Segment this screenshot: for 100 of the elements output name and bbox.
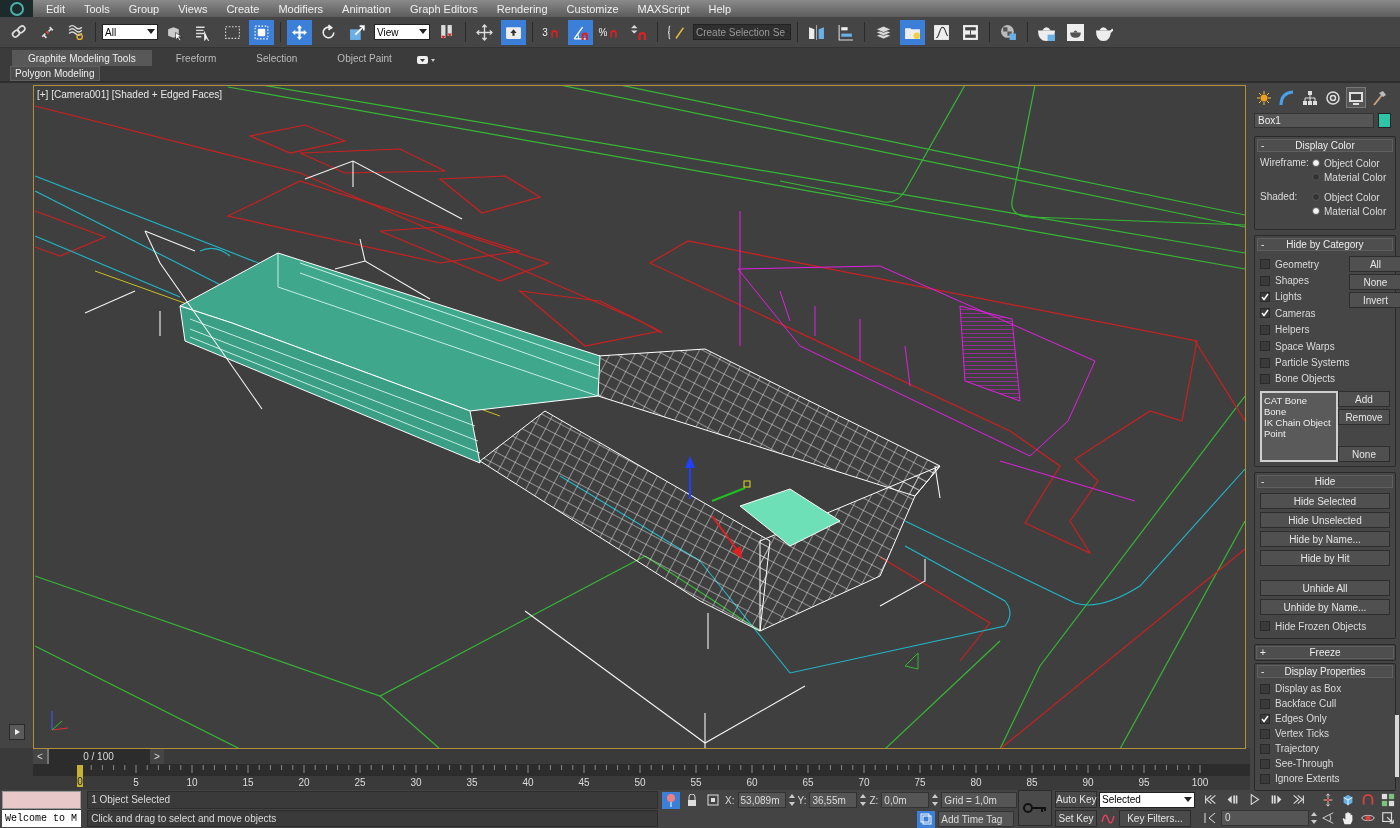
toolbar-button[interactable]	[900, 19, 925, 45]
checkbox[interactable]: Bone Objects	[1260, 370, 1350, 388]
list-button[interactable]: None	[1338, 446, 1390, 463]
object-color-swatch[interactable]	[1378, 113, 1391, 128]
key-filters-button[interactable]: Key Filters...	[1119, 810, 1191, 827]
checkbox[interactable]: Cameras	[1260, 305, 1350, 322]
unhide-button[interactable]: Unhide by Name...	[1260, 599, 1390, 616]
hide-button[interactable]: Hide Selected	[1260, 493, 1390, 510]
toolbar-button[interactable]	[249, 19, 274, 45]
list-item[interactable]: CAT Bone	[1264, 395, 1334, 407]
checkbox[interactable]: Edges Only	[1260, 711, 1390, 727]
ribbon-tab[interactable]: Object Paint	[321, 50, 408, 66]
mirror-icon	[808, 23, 825, 41]
menu-item[interactable]: Rendering	[496, 2, 548, 15]
rollout-toggle[interactable]: -	[1261, 239, 1271, 250]
checkbox[interactable]: Particle Systems	[1260, 354, 1350, 371]
unhide-button[interactable]: Unhide All	[1260, 580, 1390, 597]
toolbar-button[interactable]	[568, 19, 593, 45]
panel-tab[interactable]	[1346, 87, 1366, 108]
checkbox[interactable]: See-Through	[1260, 756, 1390, 772]
set-key-toggle[interactable]: Set Key	[1055, 810, 1097, 827]
checkbox[interactable]: Display as Box	[1260, 681, 1390, 697]
ribbon-tab[interactable]: Freeform	[159, 50, 233, 66]
listener-input-field[interactable]	[2, 791, 82, 809]
dropdown-field[interactable]: All	[102, 24, 158, 40]
menu-item[interactable]: Create	[226, 2, 260, 15]
hide-button[interactable]: Hide Unselected	[1260, 512, 1390, 529]
rollout-header[interactable]: - Display Color	[1257, 139, 1393, 152]
rollout-toggle[interactable]: -	[1261, 476, 1271, 488]
ribbon-tab[interactable]: Selection	[240, 50, 314, 66]
key-set-dropdown[interactable]: Selected	[1099, 791, 1195, 808]
rollout-toggle[interactable]: -	[1261, 140, 1271, 151]
checkbox[interactable]: Ignore Extents	[1260, 771, 1390, 787]
category-button[interactable]: Invert	[1349, 292, 1400, 308]
viewport-label[interactable]: [+] [Camera001] [Shaded + Edged Faces]	[37, 89, 223, 100]
hide-button[interactable]: Hide by Name...	[1260, 531, 1390, 548]
navigation-button[interactable]	[1379, 791, 1397, 808]
checkbox[interactable]: Trajectory	[1260, 741, 1390, 757]
add-time-tag-field[interactable]: Add Time Tag	[938, 811, 1015, 827]
list-button[interactable]: Remove	[1338, 409, 1390, 426]
listener-output-field[interactable]: Welcome to M	[2, 810, 82, 827]
selection-set-field[interactable]: Create Selection Se	[693, 24, 791, 40]
menu-item[interactable]: Customize	[566, 2, 619, 15]
list-item[interactable]: Point	[1264, 428, 1334, 440]
list-item[interactable]: IK Chain Object	[1264, 417, 1334, 429]
menu-item[interactable]: Help	[708, 2, 732, 15]
scrollbar[interactable]	[1395, 715, 1399, 777]
lock-icon	[687, 794, 698, 806]
menu-item[interactable]: Tools	[83, 2, 110, 15]
object-name-field[interactable]: Box1	[1254, 113, 1374, 128]
menu-item[interactable]: Graph Editors	[409, 2, 478, 15]
menu-item[interactable]: Views	[178, 2, 208, 15]
category-list[interactable]: CAT Bone Bone IK Chain Object Point	[1260, 391, 1338, 463]
toolbar-button[interactable]	[287, 19, 312, 45]
checkbox[interactable]: Space Warps	[1260, 337, 1350, 355]
menu-item[interactable]: Animation	[342, 2, 391, 15]
toolbar-button[interactable]: 3	[539, 19, 564, 45]
radio-option[interactable]: Object Color	[1312, 157, 1390, 169]
checkbox[interactable]: Geometry	[1260, 256, 1350, 273]
checkbox[interactable]: Vertex Ticks	[1260, 726, 1390, 742]
coordinate-field[interactable]: 36,55m	[809, 792, 858, 808]
ribbon-tab[interactable]: Graphite Modeling Tools	[12, 50, 152, 66]
time-tag-button[interactable]	[917, 810, 936, 828]
radio-option[interactable]: Material Color	[1312, 171, 1390, 183]
menu-item[interactable]: Group	[128, 2, 160, 15]
rollout-header[interactable]: - Hide by Category	[1257, 238, 1393, 251]
menu-item[interactable]: MAXScript	[637, 2, 690, 15]
menu-item[interactable]: Modifiers	[278, 2, 324, 15]
current-frame-field[interactable]: 0	[1221, 809, 1309, 826]
cube-icon	[1341, 792, 1355, 807]
hide-button[interactable]: Hide by Hit	[1260, 550, 1390, 567]
current-frame-marker[interactable]	[77, 765, 83, 787]
viewport[interactable]: [+] [Camera001] [Shaded + Edged Faces]	[33, 85, 1246, 749]
rollout-header[interactable]: - Hide	[1257, 475, 1393, 489]
expand-button[interactable]	[8, 724, 25, 740]
category-button[interactable]: None	[1349, 274, 1400, 290]
checkbox[interactable]: Lights	[1260, 288, 1350, 306]
list-item[interactable]: Bone	[1264, 406, 1334, 418]
checkbox[interactable]: Helpers	[1260, 321, 1350, 338]
coordinate-field[interactable]: 0,0m	[881, 792, 930, 808]
rollout-header[interactable]: + Freeze	[1256, 646, 1394, 660]
menu-item[interactable]: Edit	[46, 2, 65, 15]
radio-option[interactable]: Object Color	[1312, 191, 1390, 203]
rollout-toggle[interactable]: +	[1260, 647, 1270, 659]
checkbox[interactable]: Shapes	[1260, 272, 1350, 289]
rollout-toggle[interactable]: -	[1261, 666, 1271, 678]
ribbon-panel-tab[interactable]: Polygon Modeling	[10, 66, 100, 81]
isolate-toggle-button[interactable]	[662, 791, 681, 809]
dropdown-field[interactable]: View	[374, 24, 430, 40]
radio-option[interactable]: Material Color	[1312, 205, 1390, 217]
navigation-button[interactable]	[1379, 809, 1397, 827]
toolbar-button[interactable]	[501, 19, 526, 45]
checkbox[interactable]: Backface Cull	[1260, 696, 1390, 712]
checkbox[interactable]: Hide Frozen Objects	[1260, 618, 1390, 635]
category-button[interactable]: All	[1349, 256, 1400, 272]
toolbar-button[interactable]: %	[597, 19, 622, 45]
list-button[interactable]: Add	[1338, 391, 1390, 408]
coordinate-field[interactable]: 53,089m	[737, 792, 786, 808]
auto-key-button[interactable]: Auto Key	[1055, 791, 1097, 808]
rollout-header[interactable]: - Display Properties	[1257, 665, 1393, 679]
